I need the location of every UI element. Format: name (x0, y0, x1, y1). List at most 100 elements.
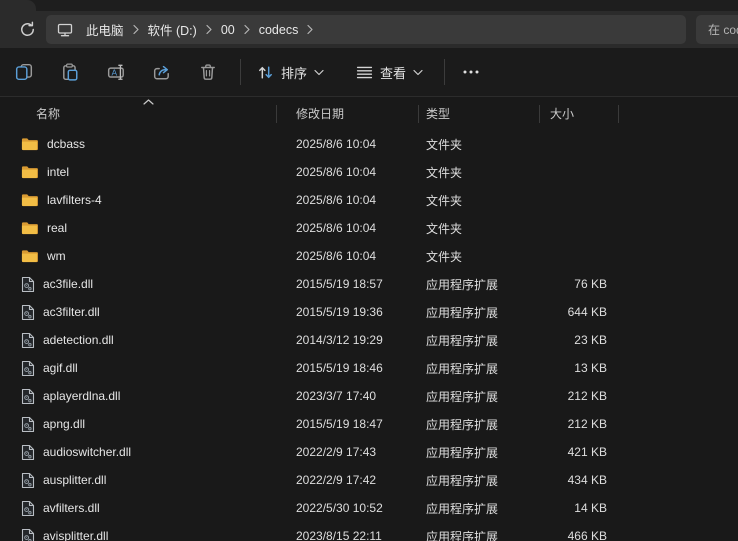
file-row[interactable]: apng.dll 2015/5/19 18:47 应用程序扩展 212 KB (0, 410, 738, 438)
file-name: avfilters.dll (43, 501, 100, 515)
file-date-modified: 2022/2/9 17:42 (276, 473, 418, 487)
file-name: intel (47, 165, 69, 179)
chevron-down-icon (413, 69, 423, 76)
file-type: 应用程序扩展 (418, 500, 539, 517)
share-button[interactable] (141, 55, 183, 89)
view-label: 查看 (380, 63, 406, 82)
folder-icon (21, 221, 39, 236)
file-type: 应用程序扩展 (418, 472, 539, 489)
file-row[interactable]: aplayerdlna.dll 2023/3/7 17:40 应用程序扩展 21… (0, 382, 738, 410)
active-tab[interactable] (0, 0, 36, 11)
file-size: 644 KB (539, 305, 619, 319)
dll-file-icon (21, 528, 35, 541)
file-date-modified: 2015/5/19 18:47 (276, 417, 418, 431)
chevron-right-icon[interactable] (241, 24, 253, 35)
copy-button[interactable] (3, 55, 45, 89)
file-row[interactable]: lavfilters-4 2025/8/6 10:04 文件夹 (0, 186, 738, 214)
file-name: real (47, 221, 67, 235)
file-row[interactable]: ac3file.dll 2015/5/19 18:57 应用程序扩展 76 KB (0, 270, 738, 298)
file-size: 14 KB (539, 501, 619, 515)
column-header-type[interactable]: 类型 (418, 105, 539, 122)
folder-icon (21, 165, 39, 180)
see-more-button[interactable] (452, 55, 490, 89)
rename-icon: A (107, 63, 126, 81)
trash-icon (199, 63, 217, 81)
file-row[interactable]: ac3filter.dll 2015/5/19 19:36 应用程序扩展 644… (0, 298, 738, 326)
folder-icon (21, 137, 39, 152)
paste-button[interactable] (49, 55, 91, 89)
search-input[interactable] (696, 15, 738, 44)
file-row[interactable]: intel 2025/8/6 10:04 文件夹 (0, 158, 738, 186)
chevron-right-icon[interactable] (130, 24, 142, 35)
file-row[interactable]: adetection.dll 2014/3/12 19:29 应用程序扩展 23… (0, 326, 738, 354)
ellipsis-icon (462, 69, 480, 75)
chevron-right-icon[interactable] (203, 24, 215, 35)
column-header-date-modified[interactable]: 修改日期 (276, 105, 418, 122)
column-divider[interactable] (418, 105, 419, 123)
file-date-modified: 2015/5/19 18:46 (276, 361, 418, 375)
column-divider[interactable] (618, 105, 619, 123)
folder-icon (21, 193, 39, 208)
file-type: 文件夹 (418, 220, 539, 237)
file-date-modified: 2015/5/19 18:57 (276, 277, 418, 291)
file-date-modified: 2025/8/6 10:04 (276, 193, 418, 207)
breadcrumb-item[interactable]: 此电脑 (82, 20, 128, 39)
file-type: 应用程序扩展 (418, 332, 539, 349)
file-row[interactable]: real 2025/8/6 10:04 文件夹 (0, 214, 738, 242)
view-lines-icon (356, 65, 373, 80)
file-name: adetection.dll (43, 333, 114, 347)
file-row[interactable]: audioswitcher.dll 2022/2/9 17:43 应用程序扩展 … (0, 438, 738, 466)
column-header-name[interactable]: 名称 (0, 105, 276, 122)
dll-file-icon (21, 500, 35, 517)
file-type: 文件夹 (418, 192, 539, 209)
file-row[interactable]: avfilters.dll 2022/5/30 10:52 应用程序扩展 14 … (0, 494, 738, 522)
column-header-row: 名称 修改日期 类型 大小 (0, 97, 738, 130)
chevron-right-icon[interactable] (304, 24, 316, 35)
dll-file-icon (21, 444, 35, 461)
file-date-modified: 2025/8/6 10:04 (276, 137, 418, 151)
sort-button[interactable]: 排序 (248, 55, 333, 89)
refresh-button[interactable] (14, 17, 40, 43)
file-row[interactable]: avisplitter.dll 2023/8/15 22:11 应用程序扩展 4… (0, 522, 738, 541)
file-size: 421 KB (539, 445, 619, 459)
file-explorer-window: { "navbar": { "breadcrumb": ["此电脑", "软件 … (0, 0, 738, 541)
address-bar[interactable]: 此电脑软件 (D:) 00 codecs (46, 15, 686, 44)
share-icon (153, 63, 171, 81)
breadcrumb-item[interactable]: 软件 (D:) (144, 20, 201, 39)
tab-bar (0, 0, 738, 11)
file-type: 应用程序扩展 (418, 444, 539, 461)
column-divider[interactable] (539, 105, 540, 123)
copy-icon (15, 63, 33, 81)
rename-button[interactable]: A (95, 55, 137, 89)
dll-file-icon (21, 332, 35, 349)
dll-file-icon (21, 388, 35, 405)
file-row[interactable]: agif.dll 2015/5/19 18:46 应用程序扩展 13 KB (0, 354, 738, 382)
file-size: 13 KB (539, 361, 619, 375)
breadcrumb-item[interactable]: codecs (255, 23, 303, 37)
file-row[interactable]: wm 2025/8/6 10:04 文件夹 (0, 242, 738, 270)
file-name: audioswitcher.dll (43, 445, 131, 459)
breadcrumb-item[interactable]: 00 (217, 23, 239, 37)
monitor-icon (56, 22, 74, 38)
file-name: aplayerdlna.dll (43, 389, 120, 403)
file-type: 应用程序扩展 (418, 388, 539, 405)
column-header-size[interactable]: 大小 (539, 105, 619, 122)
file-date-modified: 2022/2/9 17:43 (276, 445, 418, 459)
view-button[interactable]: 查看 (347, 55, 432, 89)
dll-file-icon (21, 472, 35, 489)
file-name: apng.dll (43, 417, 85, 431)
file-type: 应用程序扩展 (418, 360, 539, 377)
sort-label: 排序 (281, 63, 307, 82)
file-name: wm (47, 249, 66, 263)
file-type: 应用程序扩展 (418, 528, 539, 541)
file-type: 文件夹 (418, 136, 539, 153)
column-divider[interactable] (276, 105, 277, 123)
file-row[interactable]: ausplitter.dll 2022/2/9 17:42 应用程序扩展 434… (0, 466, 738, 494)
file-type: 文件夹 (418, 248, 539, 265)
chevron-down-icon (314, 69, 324, 76)
sort-arrows-icon (257, 64, 274, 81)
file-date-modified: 2023/3/7 17:40 (276, 389, 418, 403)
delete-button[interactable] (187, 55, 229, 89)
file-row[interactable]: dcbass 2025/8/6 10:04 文件夹 (0, 130, 738, 158)
toolbar-divider (444, 59, 445, 85)
